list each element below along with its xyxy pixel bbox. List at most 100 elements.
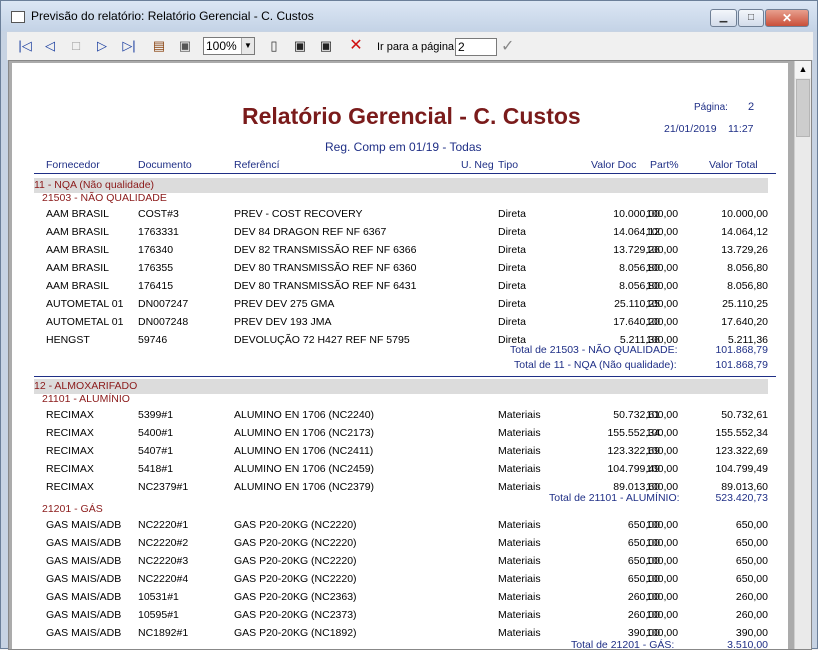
table-row: RECIMAX 5418#1 ALUMINO EN 1706 (NC2459) Mat…: [12, 463, 788, 479]
print-setup-icon[interactable]: ▤: [149, 36, 169, 56]
cell-tipo: Direta: [498, 316, 527, 328]
cell-fornecedor: GAS MAIS/ADB: [46, 537, 122, 549]
cell-fornecedor: GAS MAIS/ADB: [46, 609, 122, 621]
table-row: RECIMAX 5399#1 ALUMINO EN 1706 (NC2240) Mat…: [12, 409, 788, 425]
header-documento: Documento: [138, 159, 192, 171]
cell-referencia: PREV - COST RECOVERY: [234, 208, 363, 220]
cell-documento: 10531#1: [138, 591, 179, 603]
close-button[interactable]: ✕: [765, 9, 809, 27]
cell-part: 100,00: [646, 208, 679, 220]
cell-fornecedor: RECIMAX: [46, 427, 94, 439]
scrollbar-thumb[interactable]: [796, 79, 810, 137]
first-page-icon[interactable]: |◁: [15, 36, 35, 56]
check-icon[interactable]: ✓: [501, 36, 514, 56]
cell-part: 100,00: [646, 573, 679, 585]
report-date: 21/01/2019: [664, 123, 717, 135]
table-row: GAS MAIS/ADB NC2220#4 GAS P20-20KG (NC2220…: [12, 573, 788, 589]
cell-tipo: Materiais: [498, 463, 541, 475]
table-row: AUTOMETAL 01 DN007248 PREV DEV 193 JMA Dire…: [12, 316, 788, 332]
group-label: 12 - ALMOXARIFADO: [34, 380, 138, 392]
cell-part: 100,00: [646, 627, 679, 639]
close-preview-icon[interactable]: ✕: [347, 36, 365, 56]
last-page-icon[interactable]: ▷|: [119, 36, 139, 56]
cell-part: 100,00: [646, 537, 679, 549]
cell-referencia: DEV 84 DRAGON REF NF 6367: [234, 226, 387, 238]
cell-part: 100,00: [646, 316, 679, 328]
cell-documento: 1763331: [138, 226, 179, 238]
cell-tipo: Materiais: [498, 481, 541, 493]
toolbar: |◁ ◁ □ ▷ ▷| ▤ ▣ 100% ▼ ▯ ▣ ▣ ✕ Ir para a …: [7, 32, 813, 60]
cell-fornecedor: GAS MAIS/ADB: [46, 591, 122, 603]
cell-tipo: Materiais: [498, 537, 541, 549]
window-title: Previsão do relatório: Relatório Gerenci…: [31, 9, 314, 23]
cell-part: 100,00: [646, 555, 679, 567]
cell-valor-total: 14.064,12: [721, 226, 768, 238]
cell-documento: 10595#1: [138, 609, 179, 621]
single-page-icon[interactable]: ▯: [265, 36, 283, 56]
cell-tipo: Materiais: [498, 445, 541, 457]
cell-fornecedor: AAM BRASIL: [46, 280, 110, 292]
cell-tipo: Direta: [498, 226, 527, 238]
table-row: RECIMAX 5407#1 ALUMINO EN 1706 (NC2411) Mat…: [12, 445, 788, 461]
cell-referencia: GAS P20-20KG (NC2373): [234, 609, 357, 621]
subgroup-total-value: 523.420,73: [715, 492, 768, 504]
group-band: [34, 379, 768, 394]
full-page-icon[interactable]: ▣: [317, 36, 335, 56]
cell-tipo: Materiais: [498, 519, 541, 531]
cell-referencia: GAS P20-20KG (NC2220): [234, 573, 357, 585]
next-page-icon[interactable]: ▷: [93, 36, 111, 56]
cell-part: 100,00: [646, 409, 679, 421]
report-preview-window: Previsão do relatório: Relatório Gerenci…: [0, 0, 818, 650]
cell-fornecedor: RECIMAX: [46, 463, 94, 475]
table-row: AAM BRASIL 176415 DEV 80 TRANSMISSÃO REF N…: [12, 280, 788, 296]
vertical-scrollbar[interactable]: ▲: [794, 61, 811, 649]
cell-referencia: DEV 82 TRANSMISSÃO REF NF 6366: [234, 244, 417, 256]
report-subtitle: Reg. Comp em 01/19 - Todas: [325, 140, 482, 154]
table-row: AAM BRASIL 176340 DEV 82 TRANSMISSÃO REF N…: [12, 244, 788, 260]
cell-valor-total: 260,00: [735, 591, 768, 603]
cell-referencia: GAS P20-20KG (NC2220): [234, 555, 357, 567]
minimize-button[interactable]: ▁: [710, 9, 737, 27]
group-divider: [34, 376, 776, 377]
page-width-icon[interactable]: ▣: [291, 36, 309, 56]
cell-documento: 176415: [138, 280, 174, 292]
goto-page-input[interactable]: 2: [455, 38, 497, 56]
cell-part: 100,00: [646, 244, 679, 256]
cell-valor-total: 123.322,69: [715, 445, 768, 457]
cell-referencia: GAS P20-20KG (NC2220): [234, 519, 357, 531]
cell-referencia: GAS P20-20KG (NC1892): [234, 627, 357, 639]
cell-part: 100,00: [646, 280, 679, 292]
cell-referencia: PREV DEV 193 JMA: [234, 316, 332, 328]
cell-referencia: GAS P20-20KG (NC2220): [234, 537, 357, 549]
previous-page-icon[interactable]: ◁: [41, 36, 59, 56]
cell-valor-total: 17.640,20: [721, 316, 768, 328]
cell-referencia: ALUMINO EN 1706 (NC2379): [234, 481, 375, 493]
cell-valor-total: 390,00: [735, 627, 768, 639]
subgroup-total-value: 101.868,79: [715, 344, 768, 356]
table-row: GAS MAIS/ADB 10595#1 GAS P20-20KG (NC2373)…: [12, 609, 788, 625]
cell-documento: NC2379#1: [138, 481, 189, 493]
cell-valor-total: 650,00: [735, 555, 768, 567]
cell-valor-total: 650,00: [735, 537, 768, 549]
header-valor-doc: Valor Doc: [591, 159, 637, 171]
chevron-down-icon[interactable]: ▼: [241, 38, 254, 54]
cell-part: 100,00: [646, 262, 679, 274]
cell-tipo: Direta: [498, 262, 527, 274]
zoom-select[interactable]: 100% ▼: [203, 37, 255, 55]
report-time: 11:27: [728, 123, 754, 135]
cell-documento: NC2220#4: [138, 573, 189, 585]
cell-referencia: ALUMINO EN 1706 (NC2411): [234, 445, 374, 457]
cell-valor-total: 10.000,00: [721, 208, 768, 220]
cell-referencia: DEVOLUÇÃO 72 H427 REF NF 5795: [234, 334, 410, 346]
cell-fornecedor: RECIMAX: [46, 445, 94, 457]
cell-referencia: ALUMINO EN 1706 (NC2173): [234, 427, 375, 439]
cell-fornecedor: GAS MAIS/ADB: [46, 627, 122, 639]
stop-icon[interactable]: □: [67, 36, 85, 56]
cell-fornecedor: AAM BRASIL: [46, 244, 110, 256]
print-icon[interactable]: ▣: [175, 36, 195, 56]
cell-documento: 5399#1: [138, 409, 174, 421]
subgroup-total-label: Total de 21101 - ALUMÍNIO:: [549, 492, 680, 504]
maximize-button[interactable]: □: [738, 9, 764, 27]
scroll-up-icon[interactable]: ▲: [795, 61, 811, 78]
cell-tipo: Materiais: [498, 409, 541, 421]
